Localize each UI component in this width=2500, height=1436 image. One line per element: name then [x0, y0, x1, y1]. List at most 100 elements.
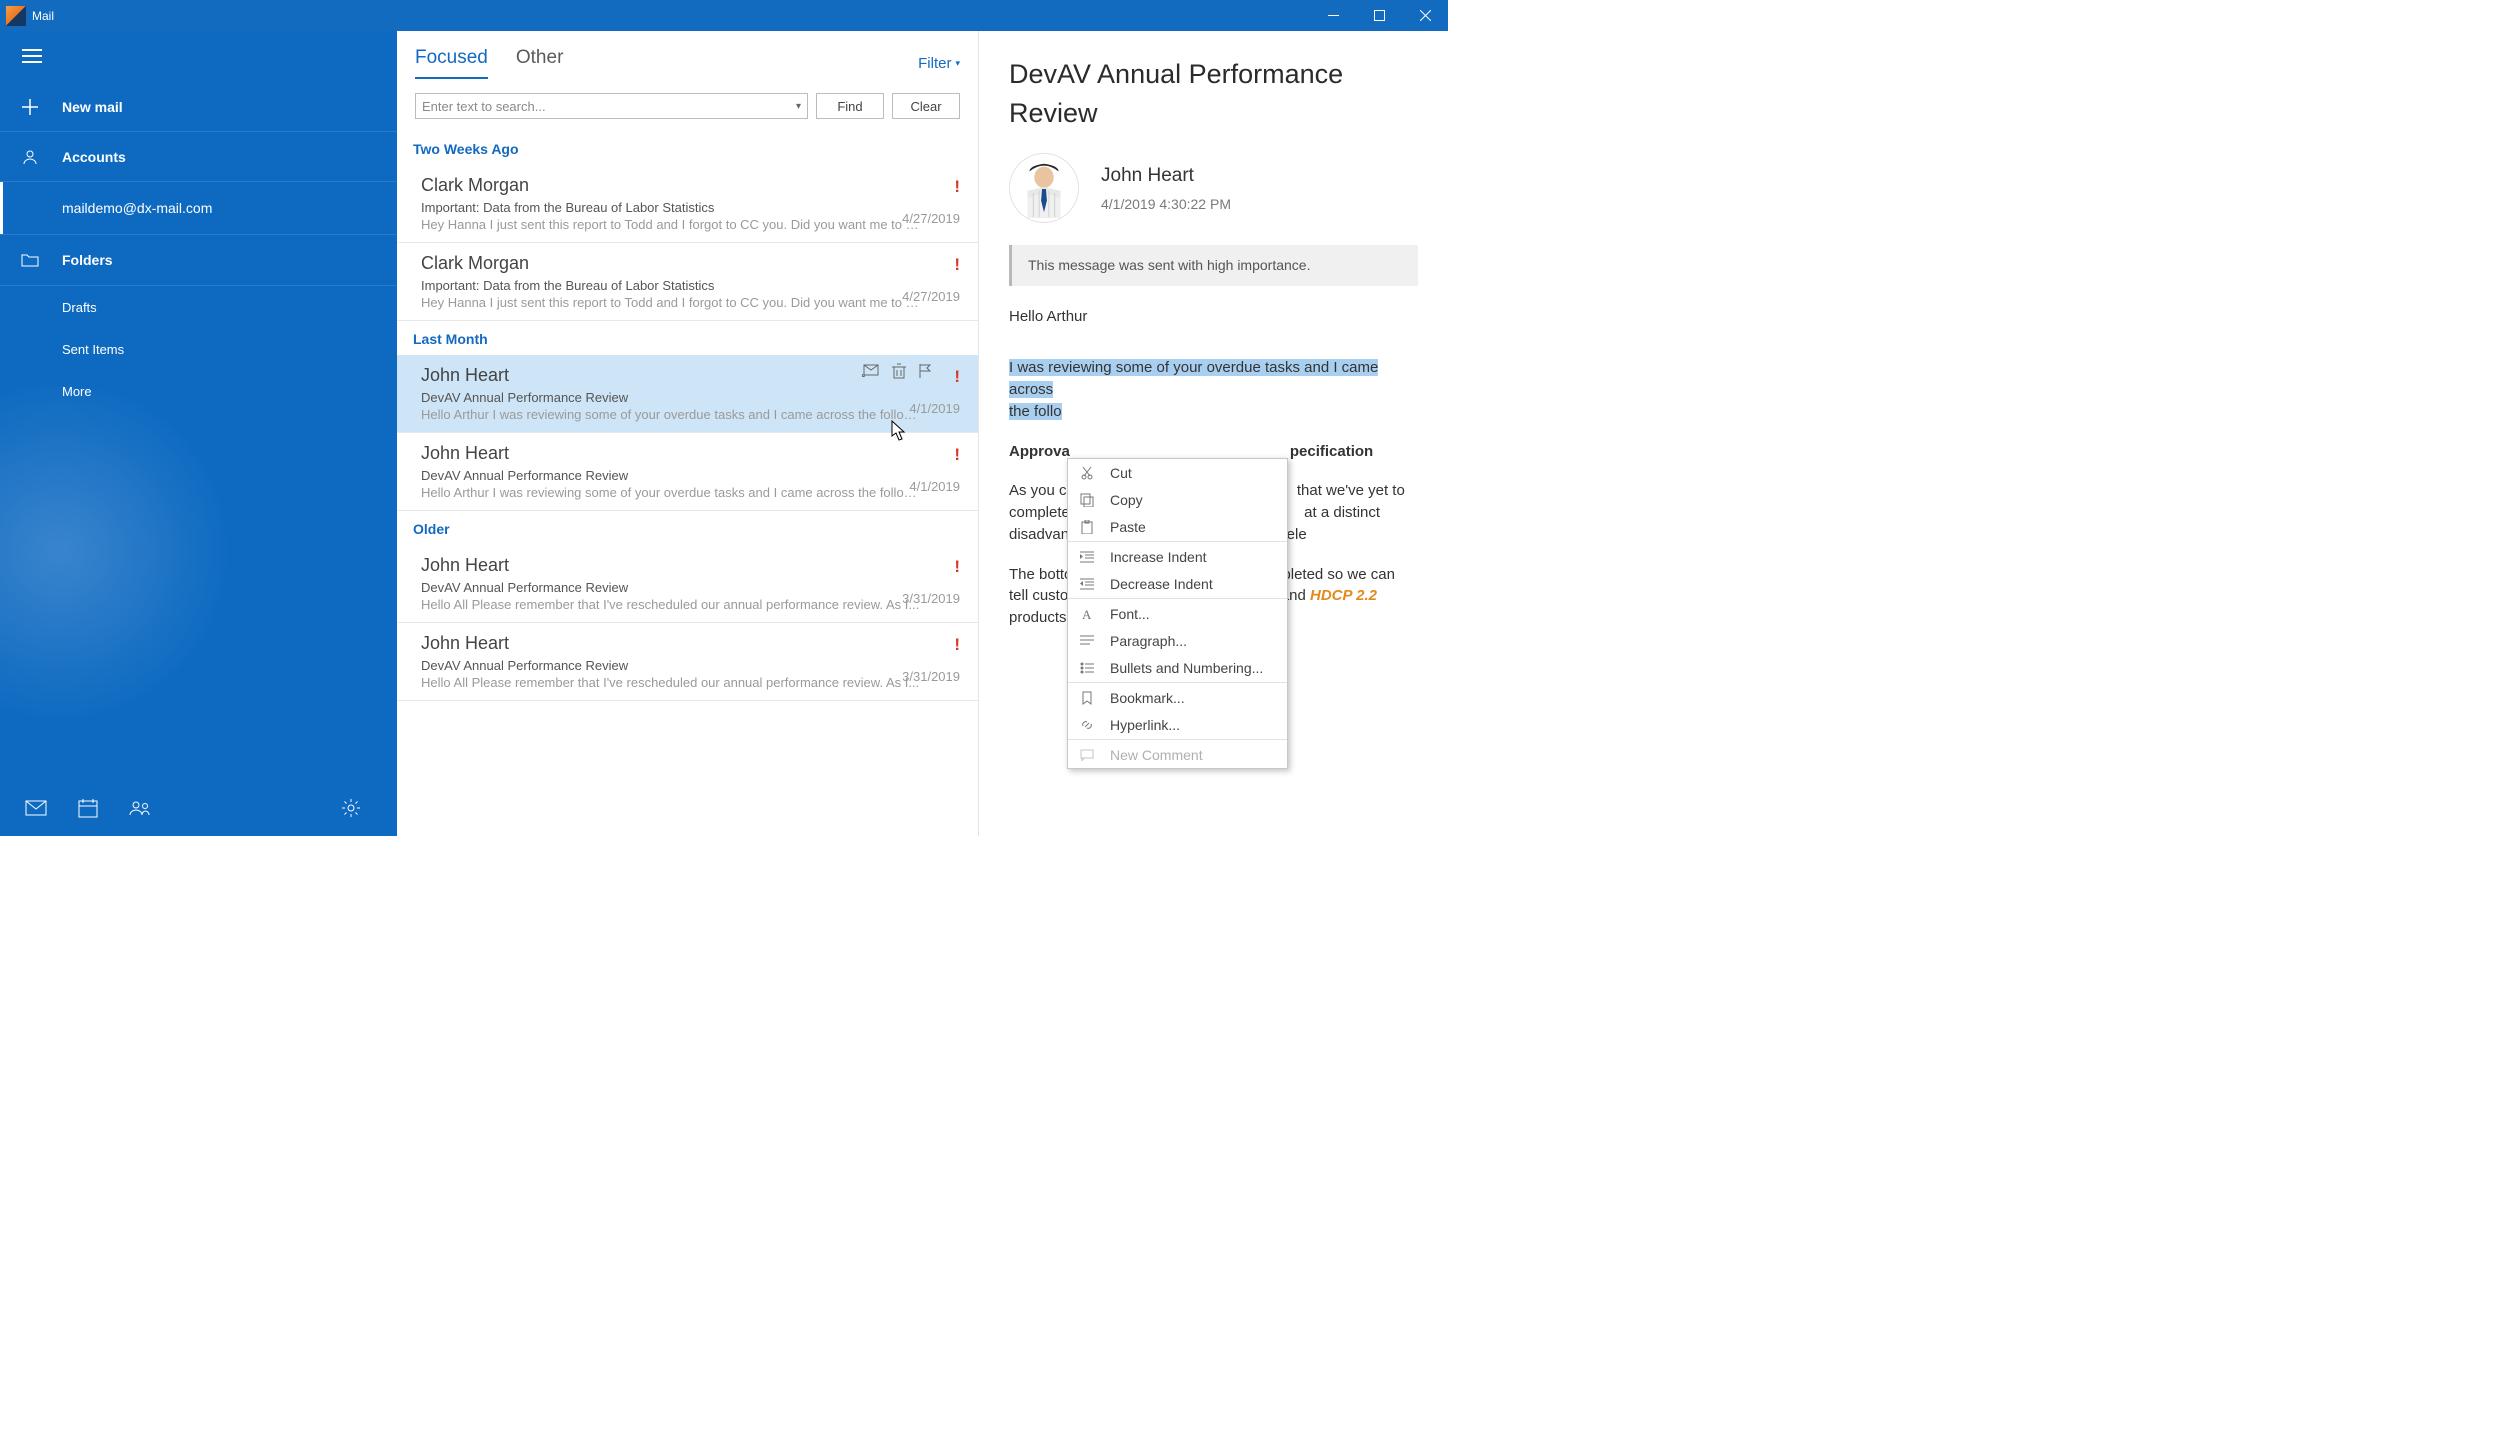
- selected-text: I was reviewing some of your overdue tas…: [1009, 359, 1378, 398]
- paste-icon: [1078, 520, 1096, 534]
- folder-icon: [20, 253, 40, 267]
- importance-icon: !: [954, 177, 960, 197]
- menu-cut[interactable]: Cut: [1068, 459, 1287, 486]
- importance-icon: !: [954, 635, 960, 655]
- preview: Hey Hanna I just sent this report to Tod…: [421, 295, 921, 310]
- bookmark-icon: [1078, 691, 1096, 705]
- sender: John Heart: [421, 633, 962, 654]
- bullets-icon: [1078, 662, 1096, 674]
- greeting: Hello Arthur: [1009, 306, 1418, 328]
- importance-icon: !: [954, 557, 960, 577]
- folders-header[interactable]: Folders: [0, 235, 397, 285]
- context-menu: Cut Copy Paste Increase Indent Decrease …: [1067, 458, 1288, 769]
- close-button[interactable]: [1402, 0, 1448, 31]
- sent-datetime: 4/1/2019 4:30:22 PM: [1101, 194, 1231, 214]
- preview: Hello Arthur I was reviewing some of you…: [421, 485, 921, 500]
- selected-text: the follo: [1009, 403, 1062, 420]
- delete-icon[interactable]: [892, 363, 906, 382]
- flag-icon[interactable]: [918, 363, 932, 382]
- tab-other[interactable]: Other: [516, 47, 564, 79]
- preview: Hello Arthur I was reviewing some of you…: [421, 407, 921, 422]
- cut-icon: [1078, 466, 1096, 480]
- avatar: [1009, 153, 1079, 223]
- menu-decrease-indent[interactable]: Decrease Indent: [1068, 570, 1287, 597]
- maximize-button[interactable]: [1356, 0, 1402, 31]
- preview: Hey Hanna I just sent this report to Tod…: [421, 217, 921, 232]
- mail-icon[interactable]: [10, 800, 62, 816]
- menu-new-comment: New Comment: [1068, 741, 1287, 768]
- date: 4/27/2019: [902, 289, 960, 304]
- account-item[interactable]: maildemo@dx-mail.com: [0, 182, 397, 234]
- minimize-button[interactable]: [1310, 0, 1356, 31]
- subject: Important: Data from the Bureau of Labor…: [421, 200, 962, 215]
- mail-item[interactable]: Clark Morgan Important: Data from the Bur…: [397, 243, 978, 321]
- people-icon[interactable]: [114, 800, 166, 816]
- calendar-icon[interactable]: [62, 798, 114, 818]
- settings-icon[interactable]: [325, 798, 377, 818]
- sender: Clark Morgan: [421, 253, 962, 274]
- subject: Important: Data from the Bureau of Labor…: [421, 278, 962, 293]
- find-button[interactable]: Find: [816, 93, 884, 119]
- folders-label: Folders: [62, 252, 113, 268]
- menu-paragraph[interactable]: Paragraph...: [1068, 627, 1287, 654]
- message-list-pane: Focused Other Filter ▾ Enter text to sea…: [397, 31, 979, 836]
- sender: Clark Morgan: [421, 175, 962, 196]
- reply-icon[interactable]: [862, 363, 880, 382]
- clear-button[interactable]: Clear: [892, 93, 960, 119]
- tab-focused[interactable]: Focused: [415, 47, 488, 79]
- date: 4/1/2019: [909, 479, 960, 494]
- menu-bullets[interactable]: Bullets and Numbering...: [1068, 654, 1287, 681]
- mail-item[interactable]: John HeartDevAV Annual Performance Revie…: [397, 355, 978, 433]
- hamburger-button[interactable]: [0, 31, 397, 82]
- sidebar: New mail Accounts maildemo@dx-mail.com F…: [0, 31, 397, 836]
- subject: DevAV Annual Performance Review: [421, 390, 962, 405]
- sender: John Heart: [421, 555, 962, 576]
- sender: John Heart: [421, 443, 962, 464]
- paragraph-icon: [1078, 635, 1096, 647]
- menu-font[interactable]: AFont...: [1068, 600, 1287, 627]
- preview: Hello All Please remember that I've resc…: [421, 597, 921, 612]
- subject: DevAV Annual Performance Review: [421, 580, 962, 595]
- indent-right-icon: [1078, 551, 1096, 563]
- search-input[interactable]: Enter text to search... ▾: [415, 93, 808, 119]
- menu-copy[interactable]: Copy: [1068, 486, 1287, 513]
- menu-hyperlink[interactable]: Hyperlink...: [1068, 711, 1287, 738]
- menu-paste[interactable]: Paste: [1068, 513, 1287, 540]
- mail-item[interactable]: John HeartDevAV Annual Performance Revie…: [397, 623, 978, 701]
- group-header: Older: [397, 511, 978, 545]
- folder-drafts[interactable]: Drafts: [0, 286, 397, 328]
- folder-more[interactable]: More: [0, 370, 397, 412]
- group-header: Last Month: [397, 321, 978, 355]
- preview: Hello All Please remember that I've resc…: [421, 675, 921, 690]
- new-mail-label: New mail: [62, 99, 123, 115]
- account-email: maildemo@dx-mail.com: [62, 200, 212, 216]
- link-icon: [1078, 718, 1096, 732]
- folder-sent-items[interactable]: Sent Items: [0, 328, 397, 370]
- accounts-header[interactable]: Accounts: [0, 132, 397, 182]
- importance-icon: !: [954, 255, 960, 275]
- date: 4/1/2019: [909, 401, 960, 416]
- importance-icon: !: [954, 367, 960, 387]
- copy-icon: [1078, 493, 1096, 507]
- menu-bookmark[interactable]: Bookmark...: [1068, 684, 1287, 711]
- group-header: Two Weeks Ago: [397, 131, 978, 165]
- chevron-down-icon: ▾: [796, 101, 801, 112]
- font-icon: A: [1078, 607, 1096, 621]
- svg-text:A: A: [1082, 607, 1092, 621]
- sender-name: John Heart: [1101, 162, 1231, 190]
- inbox-tabs: Focused Other: [415, 47, 563, 79]
- mail-item[interactable]: John Heart DevAV Annual Performance Revie…: [397, 545, 978, 623]
- new-mail-button[interactable]: New mail: [0, 82, 397, 132]
- message-title: DevAV Annual Performance Review: [1009, 55, 1418, 133]
- plus-icon: [20, 99, 40, 115]
- importance-icon: !: [954, 445, 960, 465]
- window-title: Mail: [32, 9, 54, 23]
- mail-item[interactable]: Clark Morgan Important: Data from the Bur…: [397, 165, 978, 243]
- indent-left-icon: [1078, 578, 1096, 590]
- app-icon: [6, 6, 26, 26]
- menu-increase-indent[interactable]: Increase Indent: [1068, 543, 1287, 570]
- mail-item[interactable]: John HeartDevAV Annual Performance Revie…: [397, 433, 978, 511]
- date: 3/31/2019: [902, 591, 960, 606]
- date: 3/31/2019: [902, 669, 960, 684]
- filter-dropdown[interactable]: Filter ▾: [918, 55, 960, 72]
